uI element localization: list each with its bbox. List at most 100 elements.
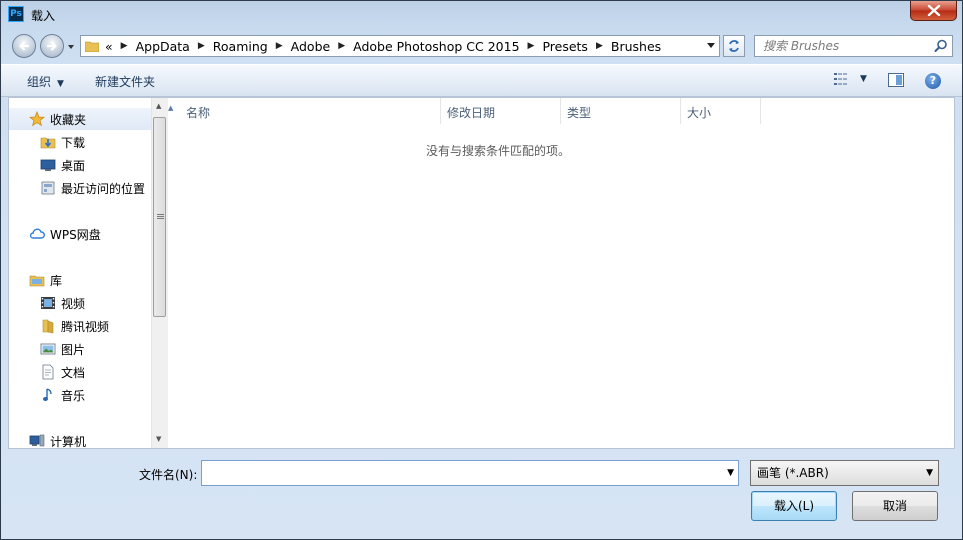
breadcrumb-item[interactable]: Brushes	[611, 39, 661, 54]
breadcrumb-label: Adobe Photoshop CC 2015	[353, 38, 520, 54]
cancel-button[interactable]: 取消	[852, 491, 938, 521]
help-button[interactable]: ?	[925, 73, 941, 89]
navigation-pane-scrollbar[interactable]: ▲ ▼	[151, 98, 168, 448]
chevron-down-icon	[707, 43, 715, 48]
breadcrumb-label: AppData	[135, 38, 190, 54]
column-header-date-modified[interactable]: 修改日期	[441, 98, 561, 124]
desktop-icon	[40, 157, 56, 173]
preview-pane-button[interactable]	[888, 73, 904, 90]
scroll-up-arrow-icon[interactable]: ▲	[156, 102, 161, 110]
help-icon: ?	[929, 74, 937, 87]
recent-pages-chevron-icon[interactable]	[67, 43, 75, 51]
title-bar[interactable]: Ps 载入	[1, 1, 962, 29]
address-dropdown-button[interactable]	[703, 36, 719, 56]
breadcrumb-item[interactable]: Roaming ▶	[213, 39, 291, 54]
breadcrumb-separator-icon[interactable]: ▶	[276, 41, 283, 51]
sidebar-item-wps-cloud[interactable]: WPS网盘	[9, 223, 151, 245]
recent-places-icon	[40, 180, 56, 196]
video-icon	[40, 295, 56, 311]
refresh-icon	[729, 40, 739, 52]
arrow-right-icon	[46, 41, 57, 51]
filename-combobox[interactable]: ▼	[201, 460, 739, 486]
search-icon[interactable]	[934, 39, 948, 53]
column-header-name[interactable]: 名称 ▲	[168, 98, 441, 124]
column-header-type[interactable]: 类型	[561, 98, 681, 124]
sidebar-item-label: 图片	[61, 342, 86, 357]
sidebar-item-label: 腾讯视频	[61, 319, 110, 334]
file-list[interactable]: 名称 ▲ 修改日期 类型 大小 没有与搜索条件匹配的项。	[168, 98, 954, 448]
chevron-down-icon[interactable]: ▼	[727, 468, 734, 478]
file-type-select[interactable]: 画笔 (*.ABR) ▼	[750, 460, 939, 486]
column-header-label: 大小	[687, 106, 712, 120]
filename-label: 文件名(N):	[139, 468, 198, 482]
empty-folder-message: 没有与搜索条件匹配的项。	[425, 144, 570, 158]
breadcrumb-label: Roaming	[212, 38, 268, 54]
chevron-down-icon: ▼	[860, 74, 867, 84]
command-bar: 组织 ▼ 新建文件夹 ▼ ?	[1, 64, 962, 97]
breadcrumb-item[interactable]: AppData ▶	[136, 39, 213, 54]
breadcrumb-label: Presets	[542, 38, 588, 54]
music-icon	[40, 387, 56, 403]
new-folder-button[interactable]: 新建文件夹	[95, 73, 155, 90]
breadcrumb-separator-icon[interactable]: ▶	[596, 41, 603, 51]
sidebar-item-pictures[interactable]: 图片	[9, 338, 151, 360]
breadcrumb-item[interactable]: Adobe Photoshop CC 2015 ▶	[353, 39, 542, 54]
filename-input[interactable]	[205, 463, 709, 485]
organize-button[interactable]: 组织 ▼	[27, 73, 64, 90]
sidebar-item-documents[interactable]: 文档	[9, 361, 151, 383]
breadcrumb-item[interactable]: Adobe ▶	[291, 39, 353, 54]
chevron-down-icon: ▼	[57, 79, 64, 89]
navigation-bar: «▶ AppData ▶ Roaming ▶ Adobe ▶ Adobe Photos…	[1, 31, 962, 63]
sidebar-item-videos[interactable]: 视频	[9, 292, 151, 314]
list-view-icon	[834, 73, 847, 85]
sidebar-item-libraries[interactable]: 库	[9, 269, 151, 291]
organize-label: 组织	[27, 75, 52, 89]
breadcrumb-separator-icon[interactable]: ▶	[198, 41, 205, 51]
download-folder-icon	[40, 134, 56, 150]
search-input[interactable]	[755, 36, 933, 56]
close-button[interactable]	[910, 1, 957, 21]
change-view-button[interactable]: ▼	[834, 73, 867, 85]
library-icon	[29, 272, 45, 288]
breadcrumb-separator-icon[interactable]: ▶	[528, 41, 535, 51]
folder-icon	[84, 40, 100, 53]
load-button[interactable]: 载入(L)	[751, 491, 837, 521]
sidebar-item-downloads[interactable]: 下载	[9, 131, 151, 153]
breadcrumb-separator-icon[interactable]: ▶	[121, 41, 128, 51]
address-bar[interactable]: «▶ AppData ▶ Roaming ▶ Adobe ▶ Adobe Photos…	[80, 35, 720, 57]
breadcrumb-item[interactable]: Presets ▶	[542, 39, 610, 54]
back-button[interactable]	[12, 34, 36, 58]
sidebar-item-music[interactable]: 音乐	[9, 384, 151, 406]
column-header-label: 修改日期	[447, 106, 496, 120]
sidebar-item-label: WPS网盘	[50, 227, 101, 242]
file-type-value: 画笔 (*.ABR)	[757, 466, 829, 480]
sidebar-item-tencent-video[interactable]: 腾讯视频	[9, 315, 151, 337]
scrollbar-thumb[interactable]	[153, 117, 166, 317]
pictures-icon	[40, 341, 56, 357]
navigation-pane: 收藏夹 下载 桌面 最近访问的位置 WPS网盘 库 视频 腾讯视频 图片 文档 …	[9, 98, 151, 448]
search-box[interactable]	[754, 35, 953, 57]
sidebar-item-label: 收藏夹	[50, 112, 87, 127]
sidebar-item-computer[interactable]: 计算机	[9, 430, 151, 448]
documents-icon	[40, 364, 56, 380]
sidebar-item-label: 桌面	[61, 158, 86, 173]
sidebar-item-label: 文档	[61, 365, 86, 380]
column-header-size[interactable]: 大小	[681, 98, 761, 124]
chevron-down-icon: ▼	[926, 468, 933, 478]
sidebar-item-favorites[interactable]: 收藏夹	[9, 108, 151, 130]
sidebar-item-label: 音乐	[61, 388, 86, 403]
breadcrumb-label: Adobe	[290, 38, 331, 54]
preview-pane-icon	[888, 73, 904, 87]
forward-button[interactable]	[40, 34, 64, 58]
sidebar-item-recent-places[interactable]: 最近访问的位置	[9, 177, 151, 199]
scroll-down-arrow-icon[interactable]: ▼	[156, 435, 161, 443]
sidebar-item-label: 下载	[61, 135, 86, 150]
cloud-icon	[29, 226, 45, 242]
sidebar-item-desktop[interactable]: 桌面	[9, 154, 151, 176]
arrow-left-icon	[19, 41, 30, 51]
breadcrumb-overflow[interactable]: «▶	[105, 39, 136, 54]
load-dialog: Ps 载入 «▶ AppData ▶ Roaming ▶ Adobe ▶ Ado…	[0, 0, 963, 540]
sidebar-item-label: 最近访问的位置	[61, 181, 146, 196]
breadcrumb-separator-icon[interactable]: ▶	[338, 41, 345, 51]
refresh-button[interactable]	[723, 35, 745, 57]
